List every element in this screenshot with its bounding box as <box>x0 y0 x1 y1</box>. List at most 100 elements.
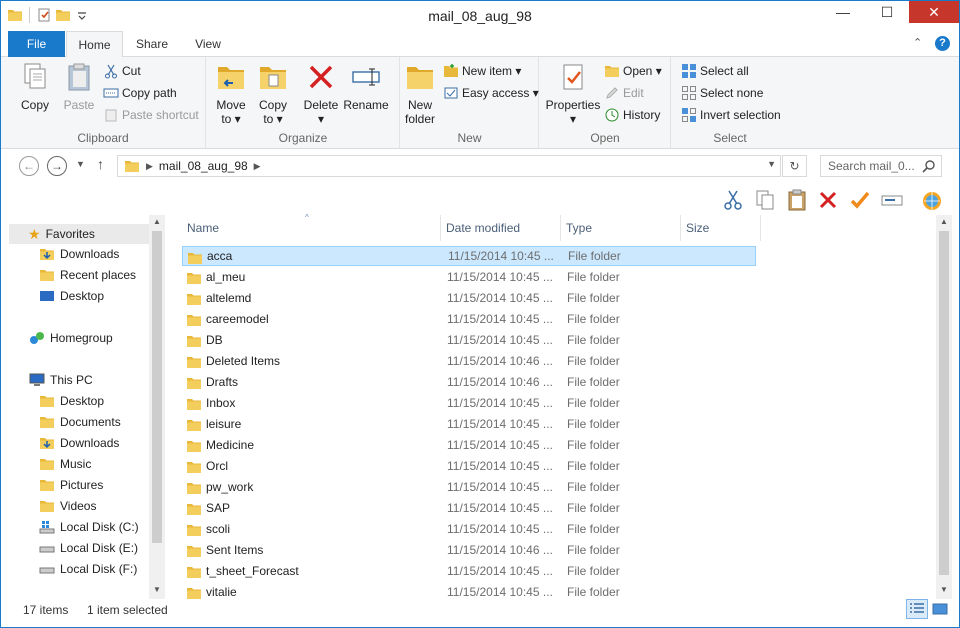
details-view-button[interactable] <box>906 599 928 619</box>
file-list-scrollbar[interactable]: ▲ ▼ <box>936 215 952 599</box>
history-button[interactable]: History <box>604 107 660 123</box>
paste-button[interactable]: Paste <box>59 61 99 112</box>
close-button[interactable]: ✕ <box>909 1 959 23</box>
column-header-date[interactable]: Date modified <box>441 215 561 241</box>
address-dropdown-chevron-icon[interactable]: ▼ <box>767 159 776 169</box>
breadcrumb-current[interactable]: mail_08_aug_98 <box>159 159 248 173</box>
select-all-button[interactable]: Select all <box>681 63 749 79</box>
tab-home[interactable]: Home <box>66 31 123 58</box>
nav-pc-documents[interactable]: Documents <box>39 414 121 430</box>
move-to-button[interactable]: Move to ▾ <box>211 61 251 126</box>
file-row[interactable]: Sent Items 11/15/2014 10:46 ... File folde… <box>182 540 756 560</box>
column-header-type[interactable]: Type <box>561 215 681 241</box>
breadcrumb-chevron-icon[interactable]: ▶ <box>254 161 261 172</box>
nav-favorites[interactable]: ★ Favorites <box>9 224 149 244</box>
new-item-button[interactable]: New item ▾ <box>443 63 521 79</box>
copy-path-button[interactable]: Copy path <box>103 85 177 101</box>
refresh-button[interactable]: ↻ <box>782 155 807 177</box>
file-row[interactable]: altelemd 11/15/2014 10:45 ... File folder <box>182 288 756 308</box>
tab-share[interactable]: Share <box>125 31 179 57</box>
recent-locations-chevron-icon[interactable]: ▼ <box>76 159 85 169</box>
file-list-scroll-thumb[interactable] <box>939 231 949 575</box>
nav-fav-desktop[interactable]: Desktop <box>39 288 104 304</box>
file-row[interactable]: Drafts 11/15/2014 10:46 ... File folder <box>182 372 756 392</box>
help-icon[interactable]: ? <box>935 36 950 51</box>
file-row[interactable]: leisure 11/15/2014 10:45 ... File folder <box>182 414 756 434</box>
group-label-select: Select <box>713 131 747 145</box>
edit-button[interactable]: Edit <box>604 85 644 101</box>
nav-local-disk-e[interactable]: Local Disk (E:) <box>39 540 138 556</box>
homegroup-icon <box>30 332 44 344</box>
file-row[interactable]: Medicine 11/15/2014 10:45 ... File folder <box>182 435 756 455</box>
file-row[interactable]: Orcl 11/15/2014 10:45 ... File folder <box>182 456 756 476</box>
file-row[interactable]: Inbox 11/15/2014 10:45 ... File folder <box>182 393 756 413</box>
scroll-up-icon[interactable]: ▲ <box>153 217 161 226</box>
shell-icon[interactable] <box>920 188 944 212</box>
nav-scroll-thumb[interactable] <box>152 231 162 543</box>
delete-button[interactable]: Delete ▾ <box>302 61 340 126</box>
maximize-button[interactable]: ☐ <box>865 1 909 23</box>
nav-fav-recent-places[interactable]: Recent places <box>39 267 136 283</box>
nav-pc-pictures[interactable]: Pictures <box>39 477 103 493</box>
scroll-down-icon[interactable]: ▼ <box>153 585 161 594</box>
nav-pc-music[interactable]: Music <box>39 456 91 472</box>
nav-pc-desktop[interactable]: Desktop <box>39 393 104 409</box>
nav-this-pc[interactable]: This PC <box>29 372 93 388</box>
new-folder-button[interactable]: New folder <box>401 61 439 126</box>
nav-pc-videos[interactable]: Videos <box>39 498 96 514</box>
scissors-icon[interactable] <box>721 188 745 212</box>
scroll-up-icon[interactable]: ▲ <box>940 217 948 226</box>
breadcrumb-chevron-icon[interactable]: ▶ <box>146 161 153 172</box>
scroll-down-icon[interactable]: ▼ <box>940 585 948 594</box>
checkmark-icon[interactable] <box>848 188 872 212</box>
folder-icon <box>186 354 202 370</box>
file-row[interactable]: pw_work 11/15/2014 10:45 ... File folder <box>182 477 756 497</box>
column-header-name[interactable]: Name ^ <box>182 213 441 241</box>
forward-button[interactable]: → <box>47 156 67 176</box>
nav-fav-downloads[interactable]: Downloads <box>39 246 119 262</box>
copy-to-button[interactable]: Copy to ▾ <box>253 61 293 126</box>
column-header-size[interactable]: Size <box>681 215 761 241</box>
nav-scrollbar[interactable]: ▲ ▼ <box>149 215 165 599</box>
status-bar: 17 items 1 item selected <box>1 599 959 627</box>
cut-button[interactable]: Cut <box>103 63 141 79</box>
file-row[interactable]: scoli 11/15/2014 10:45 ... File folder <box>182 519 756 539</box>
back-button[interactable]: ← <box>19 156 39 176</box>
file-row[interactable]: Deleted Items 11/15/2014 10:46 ... File fo… <box>182 351 756 371</box>
file-row[interactable]: al_meu 11/15/2014 10:45 ... File folder <box>182 267 756 287</box>
search-input[interactable]: Search mail_0... <box>820 155 942 177</box>
invert-selection-button[interactable]: Invert selection <box>681 107 781 123</box>
nav-local-disk-f[interactable]: Local Disk (F:) <box>39 561 137 577</box>
rename-icon[interactable] <box>880 188 904 212</box>
group-open: Properties ▾ Open ▾ Edit History Open <box>540 57 671 149</box>
delete-x-icon <box>309 65 333 89</box>
music-folder-icon <box>39 456 55 472</box>
up-arrow-icon[interactable]: ↑ <box>97 156 104 172</box>
tab-file[interactable]: File <box>8 31 65 57</box>
nav-pc-downloads[interactable]: Downloads <box>39 435 119 451</box>
tab-view[interactable]: View <box>181 31 235 57</box>
ribbon: Copy Paste Cut Copy path Paste shortcut … <box>1 57 959 149</box>
delete-x-icon[interactable] <box>816 188 840 212</box>
file-row[interactable]: acca 11/15/2014 10:45 ... File folder <box>182 246 756 266</box>
folder-icon <box>186 312 202 328</box>
file-row[interactable]: t_sheet_Forecast 11/15/2014 10:45 ... File… <box>182 561 756 581</box>
ribbon-collapse-chevron-icon[interactable]: ⌃ <box>913 36 922 49</box>
copy-button[interactable]: Copy <box>15 61 55 112</box>
large-icons-view-button[interactable] <box>929 599 951 619</box>
nav-homegroup[interactable]: Homegroup <box>29 330 113 346</box>
select-none-button[interactable]: Select none <box>681 85 763 101</box>
address-box[interactable]: ▶ mail_08_aug_98 ▶ ▼ <box>117 155 781 177</box>
file-row[interactable]: careemodel 11/15/2014 10:45 ... File folde… <box>182 309 756 329</box>
open-button[interactable]: Open ▾ <box>604 63 662 79</box>
minimize-button[interactable]: — <box>821 1 865 23</box>
rename-button[interactable]: Rename <box>343 61 389 112</box>
paste-shortcut-button[interactable]: Paste shortcut <box>103 107 199 123</box>
paste-icon[interactable] <box>785 188 809 212</box>
copy-icon[interactable] <box>753 188 777 212</box>
nav-local-disk-c[interactable]: Local Disk (C:) <box>39 519 139 535</box>
file-row[interactable]: SAP 11/15/2014 10:45 ... File folder <box>182 498 756 518</box>
file-row[interactable]: DB 11/15/2014 10:45 ... File folder <box>182 330 756 350</box>
easy-access-button[interactable]: Easy access ▾ <box>443 85 539 101</box>
properties-button[interactable]: Properties ▾ <box>544 61 602 126</box>
